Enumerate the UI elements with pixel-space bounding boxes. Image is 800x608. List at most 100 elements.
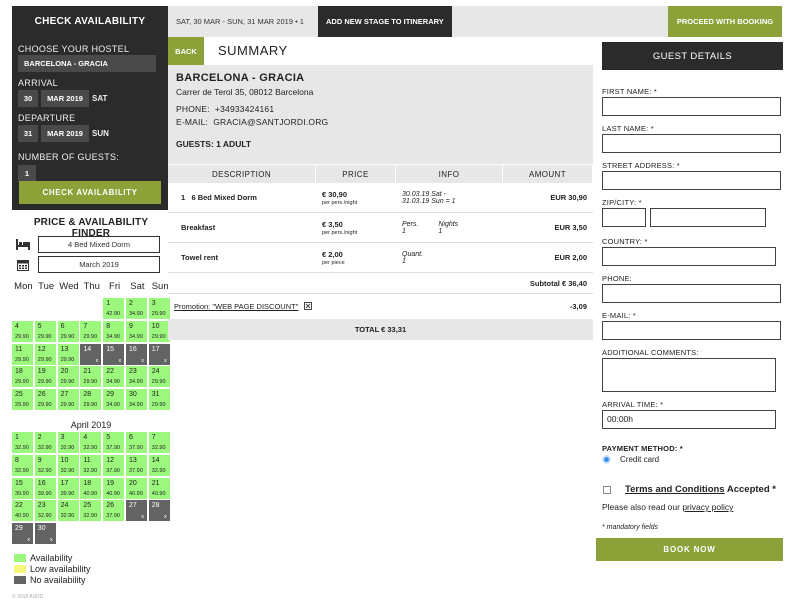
calendar-day[interactable]: 22 40.90 <box>12 500 33 522</box>
calendar-day[interactable]: 23 32.90 <box>34 500 56 522</box>
calendar-day[interactable]: 7 32.90 <box>148 432 170 453</box>
phone-input[interactable] <box>602 284 781 303</box>
calendar-day[interactable]: 11 29.90 <box>12 343 33 365</box>
calendar-day[interactable]: 9 32.90 <box>34 454 56 476</box>
calendar-day[interactable]: 11 32.90 <box>80 454 102 476</box>
calendar-day[interactable]: 19 29.90 <box>34 366 56 388</box>
city-input[interactable] <box>650 208 766 227</box>
calendar-day[interactable]: 2 34.90 <box>125 298 147 319</box>
calendar-day[interactable]: 12 37.90 <box>103 454 125 476</box>
proceed-booking-button[interactable]: PROCEED WITH BOOKING <box>668 6 782 37</box>
calendar-day[interactable]: 24 32.90 <box>57 500 79 522</box>
day-price: 32.90 <box>37 445 52 451</box>
month-select[interactable]: March 2019 <box>38 256 160 273</box>
room-type-select[interactable]: 4 Bed Mixed Dorm <box>38 236 160 253</box>
arrival-time-select[interactable]: 00:00h <box>602 410 776 429</box>
calendar-day[interactable]: 17 39.90 <box>57 477 79 499</box>
credit-card-radio[interactable] <box>602 455 611 464</box>
street-address-input[interactable] <box>602 171 781 190</box>
calendar-day[interactable]: 3 32.90 <box>57 432 79 453</box>
calendar-day[interactable]: 28 29.90 <box>80 389 102 411</box>
calendar-day[interactable]: 21 29.90 <box>80 366 102 388</box>
calendar-day[interactable]: 13 29.90 <box>57 343 79 365</box>
calendar-day[interactable]: 29 34.90 <box>103 389 125 411</box>
departure-day-select[interactable]: 31 <box>18 125 38 142</box>
calendar-day[interactable]: 20 29.90 <box>57 366 79 388</box>
arrival-day-select[interactable]: 30 <box>18 90 38 107</box>
calendar-day[interactable]: 10 29.90 <box>148 320 170 342</box>
weekday-mon: Mon <box>14 281 33 292</box>
calendar-empty-cell <box>12 298 33 319</box>
arrival-month-select[interactable]: MAR 2019 <box>41 90 89 107</box>
day-price: 29.90 <box>15 379 29 386</box>
calendar-day[interactable]: 18 29.90 <box>12 366 33 388</box>
day-price: 32.90 <box>60 445 75 451</box>
day-number: 14 <box>83 345 92 353</box>
calendar-day[interactable]: 21 40.90 <box>148 477 170 499</box>
book-now-button[interactable]: BOOK NOW <box>596 538 783 561</box>
comments-textarea[interactable] <box>602 358 776 392</box>
calendar-day[interactable]: 1 42.90 <box>103 298 125 319</box>
hostel-name: BARCELONA - GRACIA <box>176 72 305 84</box>
calendar-day[interactable]: 19 40.90 <box>103 477 125 499</box>
calendar-day[interactable]: 9 34.90 <box>125 320 147 342</box>
calendar-day[interactable]: 2 32.90 <box>34 432 56 453</box>
day-number: 8 <box>106 322 111 330</box>
guests-select[interactable]: 1 <box>18 165 36 182</box>
unavailable-mark: x <box>141 357 144 364</box>
calendar-day[interactable]: 6 37.90 <box>125 432 147 453</box>
day-price: 37.90 <box>106 445 120 451</box>
departure-month-select[interactable]: MAR 2019 <box>41 125 89 142</box>
last-name-input[interactable] <box>602 134 781 153</box>
calendar-day[interactable]: 8 34.90 <box>103 320 125 342</box>
terms-checkbox[interactable] <box>603 486 611 494</box>
day-price: 39.90 <box>60 490 75 497</box>
calendar-day[interactable]: 25 29.90 <box>12 389 33 411</box>
calendar-day[interactable]: 26 29.90 <box>34 389 56 411</box>
check-availability-button[interactable]: CHECK AVAILABILITY <box>19 181 161 204</box>
remove-promo-icon[interactable] <box>304 301 313 312</box>
calendar-day[interactable]: 8 32.90 <box>12 454 33 476</box>
calendar-day[interactable]: 16 39.90 <box>34 477 56 499</box>
calendar-day: 15 x <box>103 343 125 365</box>
hostel-select[interactable]: BARCELONA - GRACIA <box>18 55 156 72</box>
calendar-day[interactable]: 25 32.90 <box>80 500 102 522</box>
calendar-day[interactable]: 12 29.90 <box>34 343 56 365</box>
calendar-day[interactable]: 1 32.90 <box>12 432 33 453</box>
calendar-day[interactable]: 13 37.90 <box>125 454 147 476</box>
first-name-input[interactable] <box>602 97 781 116</box>
calendar-day[interactable]: 24 29.90 <box>148 366 170 388</box>
promotion-link[interactable]: Promotion: "WEB PAGE DISCOUNT" <box>174 302 298 311</box>
email-input[interactable] <box>602 321 781 340</box>
day-number: 30 <box>37 525 46 533</box>
calendar-day[interactable]: 23 34.90 <box>125 366 147 388</box>
calendar-day[interactable]: 7 29.90 <box>80 320 102 342</box>
calendar-day[interactable]: 26 37.90 <box>103 500 125 522</box>
zip-input[interactable] <box>602 208 646 227</box>
calendar-day[interactable]: 5 37.90 <box>103 432 125 453</box>
calendar-day[interactable]: 31 29.90 <box>148 389 170 411</box>
calendar-day[interactable]: 4 29.90 <box>12 320 33 342</box>
calendar-day[interactable]: 5 29.90 <box>34 320 56 342</box>
calendar-day[interactable]: 22 34.90 <box>103 366 125 388</box>
add-stage-button[interactable]: ADD NEW STAGE TO ITINERARY <box>318 6 452 37</box>
calendar-day[interactable]: 4 32.90 <box>80 432 102 453</box>
info-line: 1 <box>438 227 443 235</box>
back-button[interactable]: BACK <box>168 37 204 65</box>
calendar-day[interactable]: 15 39.90 <box>12 477 33 499</box>
calendar-day[interactable]: 20 40.90 <box>125 477 147 499</box>
calendar-day[interactable]: 27 29.90 <box>57 389 79 411</box>
privacy-link[interactable]: privacy policy <box>682 502 733 512</box>
calendar-day[interactable]: 10 32.90 <box>57 454 79 476</box>
calendar-day[interactable]: 30 34.90 <box>125 389 147 411</box>
calendar-day[interactable]: 6 29.90 <box>57 320 79 342</box>
day-number: 13 <box>128 456 137 464</box>
country-select[interactable] <box>602 247 776 266</box>
calendar-day[interactable]: 18 40.90 <box>80 477 102 499</box>
promotion-row: Promotion: "WEB PAGE DISCOUNT" -3,09 <box>168 294 593 319</box>
calendar-day[interactable]: 3 29.90 <box>148 298 170 319</box>
calendar-empty-cell <box>35 298 56 319</box>
calendar-day[interactable]: 14 32.90 <box>148 454 170 476</box>
terms-link[interactable]: Terms and Conditions <box>625 484 725 495</box>
day-number: 9 <box>37 456 42 464</box>
